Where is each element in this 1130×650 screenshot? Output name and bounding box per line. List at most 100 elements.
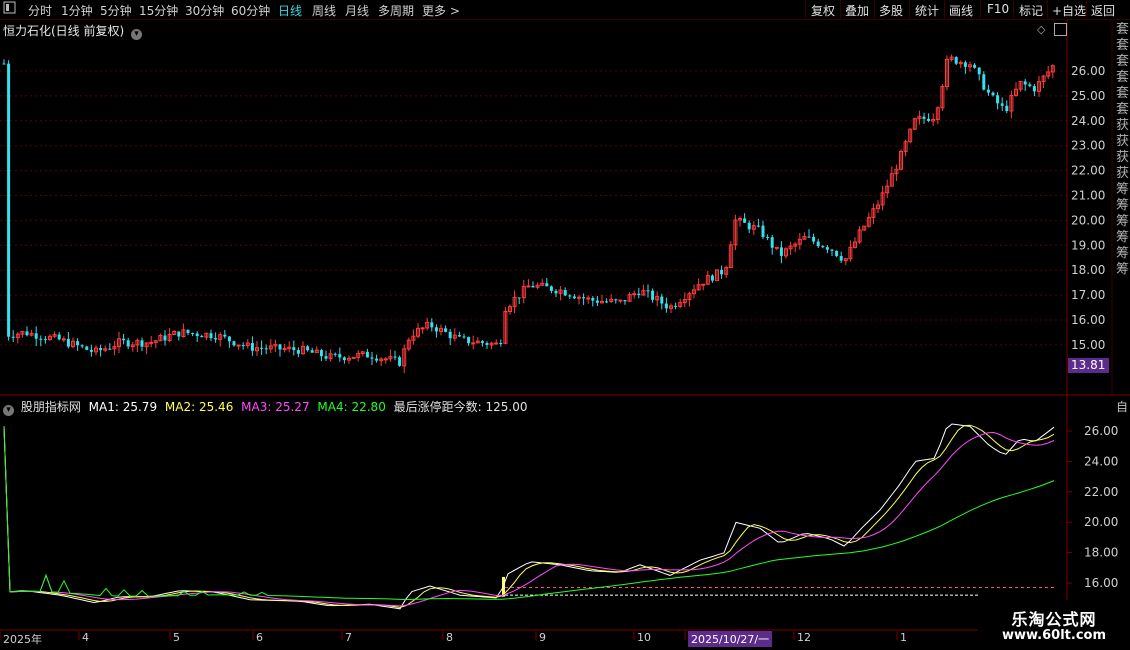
- period-tab-1min[interactable]: 1分钟: [61, 2, 93, 19]
- diamond-icon[interactable]: ◇: [1037, 23, 1045, 36]
- candle-body-down: [770, 237, 774, 248]
- candle-body-down: [214, 338, 218, 340]
- overlay-button[interactable]: 叠加: [845, 2, 869, 19]
- candle-body-down: [140, 340, 144, 347]
- period-tab-weekly[interactable]: 周线: [312, 2, 336, 19]
- candle-body-down: [756, 225, 760, 227]
- period-tab-5min[interactable]: 5分钟: [100, 2, 132, 19]
- mark-button[interactable]: 标记: [1019, 2, 1043, 19]
- side-label-char: 获: [1116, 118, 1130, 133]
- candle-body-down: [996, 95, 1000, 104]
- candle-body-down: [85, 346, 89, 350]
- candle-body-down: [342, 357, 346, 361]
- candle-body-down: [108, 348, 112, 350]
- period-tab-15min[interactable]: 15分钟: [139, 2, 178, 19]
- candle-body-down: [375, 358, 379, 361]
- ind-y-tick: 22.00: [1084, 485, 1118, 499]
- candle-body-down: [982, 74, 986, 90]
- candle-body-down: [191, 333, 195, 335]
- candle-body-down: [34, 333, 38, 339]
- main-y-tick: 24.00: [1071, 114, 1105, 128]
- draw-line-button[interactable]: 画线: [949, 2, 973, 19]
- candle-body-down: [480, 341, 484, 344]
- candle-body-down: [591, 297, 595, 301]
- ma1-line: [3, 423, 1055, 610]
- f10-button[interactable]: F10: [987, 2, 1009, 16]
- candle-body-down: [835, 250, 839, 257]
- indicator-chevron-icon[interactable]: ▾: [3, 405, 14, 416]
- candle-body-down: [779, 247, 783, 256]
- side-label-char: 筹: [1116, 198, 1130, 213]
- candle-body-down: [333, 353, 337, 355]
- candle-body-down: [1028, 84, 1032, 87]
- candle-body-up: [351, 356, 356, 359]
- main-y-tick: 18.00: [1071, 263, 1105, 277]
- ma3-value: MA3: 25.27: [241, 400, 310, 414]
- candle-body-down: [99, 348, 103, 351]
- candle-body-down: [57, 334, 61, 340]
- candle-body-down: [554, 290, 558, 294]
- candle-body-down: [448, 331, 452, 339]
- candle-body-down: [319, 350, 323, 357]
- indicator-title-row: ▾ 股朋指标网 MA1: 25.79 MA2: 25.46 MA3: 25.27…: [3, 398, 528, 416]
- candle-body-down: [324, 356, 328, 359]
- candle-body-up: [701, 283, 706, 286]
- candle-body-down: [444, 328, 448, 332]
- candle-body-up: [494, 342, 499, 345]
- candle-body-down: [517, 297, 521, 299]
- period-tab-60min[interactable]: 60分钟: [231, 2, 270, 19]
- candle-body-up: [420, 327, 425, 330]
- fuquan-button[interactable]: 复权: [811, 2, 835, 19]
- period-tab-monthly[interactable]: 月线: [345, 2, 369, 19]
- main-y-tick: 23.00: [1071, 139, 1105, 153]
- candle-body-down: [306, 346, 310, 351]
- candle-body-down: [485, 343, 489, 345]
- side-label-char: 获: [1116, 150, 1130, 165]
- candle-body-up: [586, 297, 591, 300]
- period-tab-fenshi[interactable]: 分时: [28, 2, 52, 19]
- back-button[interactable]: 返回: [1091, 2, 1115, 19]
- watermark-title: 乐淘公式网: [1011, 610, 1097, 629]
- candle-body-down: [637, 293, 641, 296]
- period-tab-30min[interactable]: 30分钟: [185, 2, 224, 19]
- candle-body-down: [195, 333, 199, 337]
- candle-body-down: [467, 337, 471, 344]
- kline-chart[interactable]: 26.00 25.00 24.00 23.00 22.00 21.00 20.00 19.00…: [0, 20, 1130, 650]
- side-label-char: 筹: [1116, 246, 1130, 261]
- ind-y-tick: 24.00: [1084, 454, 1118, 468]
- candle-body-down: [76, 341, 80, 346]
- time-axis-label: 2025年: [3, 633, 42, 646]
- candle-body-down: [660, 296, 664, 304]
- candle-body-down: [89, 349, 93, 352]
- candle-body-down: [43, 339, 47, 341]
- multi-stock-button[interactable]: 多股: [879, 2, 903, 19]
- candle-body-down: [260, 347, 264, 349]
- main-y-tick: 17.00: [1071, 288, 1105, 302]
- time-axis-label: 6: [256, 631, 263, 644]
- candle-body-down: [430, 322, 434, 328]
- period-tab-more[interactable]: 更多 >: [422, 2, 460, 19]
- indicator-corner-label: 自: [1116, 400, 1129, 414]
- candle-body-down: [462, 336, 466, 338]
- candle-body-down: [122, 338, 126, 341]
- candle-body-down: [664, 303, 668, 309]
- side-label-char: 筹: [1116, 262, 1130, 277]
- main-panel-title-row: 恒力石化(日线 前复权) ▾: [3, 22, 143, 40]
- window-toggle-icon[interactable]: [1054, 23, 1067, 36]
- candle-body-down: [39, 338, 43, 340]
- candle-body-down: [963, 62, 967, 67]
- statistics-button[interactable]: 统计: [915, 2, 939, 19]
- chevron-down-icon[interactable]: ▾: [131, 29, 143, 40]
- time-cursor-label: 2025/10/27/一: [688, 631, 773, 647]
- ma4-line: [3, 426, 1055, 601]
- candle-body-down: [821, 246, 825, 248]
- candle-body-down: [766, 236, 770, 238]
- candle-body-up: [618, 299, 623, 302]
- candle-body-up: [632, 293, 637, 296]
- main-y-tick: 15.00: [1071, 338, 1105, 352]
- add-favorite-button[interactable]: +自选: [1052, 2, 1086, 19]
- period-tab-daily[interactable]: 日线: [278, 2, 302, 19]
- period-tab-multi[interactable]: 多周期: [378, 2, 414, 19]
- candle-body-down: [651, 290, 655, 300]
- toolbar-menu-icon[interactable]: [3, 1, 17, 18]
